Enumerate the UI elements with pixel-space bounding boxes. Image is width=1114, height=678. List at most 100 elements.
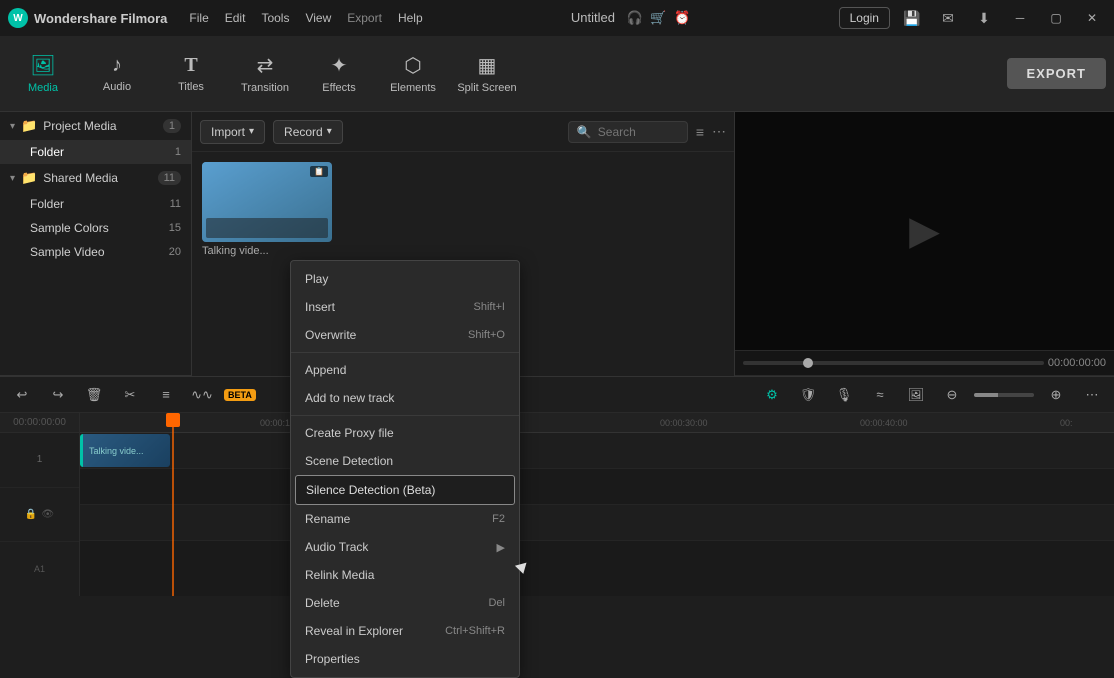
track-1-label: 1 — [0, 433, 79, 488]
timeline-tracks[interactable]: 00:00:10:00 00:00:20:00 00:00:30:00 00:0… — [80, 413, 1114, 596]
mic-button[interactable]: 🎙 — [830, 381, 858, 409]
menu-file[interactable]: File — [189, 11, 208, 25]
more-button[interactable]: ⋯ — [1078, 381, 1106, 409]
ctx-delete[interactable]: Delete Del — [291, 589, 519, 617]
clock-icon[interactable]: ⏰ — [674, 10, 690, 25]
headset-icon[interactable]: 🎧 — [627, 10, 643, 25]
sidebar-item-folder-project[interactable]: Folder 1 — [0, 140, 191, 164]
sidebar-item-sample-colors[interactable]: Sample Colors 15 — [0, 216, 191, 240]
context-menu: Play Insert Shift+I Overwrite Shift+O Ap… — [290, 260, 520, 678]
sidebar-item-sample-video[interactable]: Sample Video 20 — [0, 240, 191, 264]
preview-slider[interactable] — [743, 361, 1044, 365]
login-button[interactable]: Login — [839, 7, 890, 29]
undo-button[interactable]: ↩ — [8, 381, 36, 409]
ctx-properties[interactable]: Properties — [291, 645, 519, 673]
track-3[interactable] — [80, 505, 1114, 541]
window-title: Untitled — [571, 10, 615, 25]
thumb-type-badge: 📋 — [310, 166, 328, 177]
audio-icon: ♪ — [112, 54, 122, 77]
cut-button[interactable]: ✂ — [116, 381, 144, 409]
audio-mixer-button[interactable]: ≡ — [152, 381, 180, 409]
track-1[interactable]: Talking vide... — [80, 433, 1114, 469]
waveform-button[interactable]: ∿∿ — [188, 381, 216, 409]
redo-button[interactable]: ↪ — [44, 381, 72, 409]
sidebar-item-folder-shared[interactable]: Folder 11 — [0, 192, 191, 216]
transition-label: Transition — [241, 82, 289, 94]
search-input[interactable] — [598, 125, 678, 139]
split-audio-button[interactable]: ≈ — [866, 381, 894, 409]
ctx-create-proxy-file[interactable]: Create Proxy file — [291, 419, 519, 447]
media-thumbnail[interactable]: 📋 Talking vide... — [202, 162, 332, 257]
ctx-audio-track[interactable]: Audio Track ▶ — [291, 533, 519, 561]
playhead-line — [172, 427, 174, 596]
ctx-rename[interactable]: Rename F2 — [291, 505, 519, 533]
zoom-slider[interactable] — [974, 393, 1034, 397]
toolbar-splitscreen[interactable]: ▦ Split Screen — [452, 42, 522, 106]
ctx-insert[interactable]: Insert Shift+I — [291, 293, 519, 321]
ctx-scene-detection[interactable]: Scene Detection — [291, 447, 519, 475]
track-4[interactable] — [80, 541, 1114, 577]
shield-button[interactable]: 🛡 — [794, 381, 822, 409]
titles-icon: T — [184, 54, 197, 77]
mail-icon[interactable]: ✉ — [934, 4, 962, 32]
ctx-relink-media[interactable]: Relink Media — [291, 561, 519, 589]
beta-badge: BETA — [224, 389, 256, 401]
ctx-reveal-in-explorer[interactable]: Reveal in Explorer Ctrl+Shift+R — [291, 617, 519, 645]
titlebar: W Wondershare Filmora File Edit Tools Vi… — [0, 0, 1114, 36]
save-icon[interactable]: 💾 — [898, 4, 926, 32]
media-toolbar: Import ▾ Record ▾ 🔍 ≡ ⋯ — [192, 112, 734, 152]
shared-media-label: Shared Media — [43, 171, 118, 185]
export-button[interactable]: EXPORT — [1007, 58, 1106, 89]
filter-icon[interactable]: ≡ — [696, 124, 704, 140]
ctx-silence-detection[interactable]: Silence Detection (Beta) — [295, 475, 515, 505]
delete-clip-button[interactable]: 🗑 — [80, 381, 108, 409]
download-icon[interactable]: ⬇ — [970, 4, 998, 32]
menu-tools[interactable]: Tools — [261, 11, 289, 25]
ctx-overwrite[interactable]: Overwrite Shift+O — [291, 321, 519, 349]
record-label: Record — [284, 125, 323, 139]
magnet-button[interactable]: ⚙ — [758, 381, 786, 409]
zoom-out-button[interactable]: ⊖ — [938, 381, 966, 409]
toolbar-effects[interactable]: ✦ Effects — [304, 42, 374, 106]
elements-icon: ⬡ — [404, 53, 421, 78]
toolbar-media[interactable]: 🖼 Media — [8, 42, 78, 106]
minimize-button[interactable]: ─ — [1006, 4, 1034, 32]
title-center: Untitled 🎧 🛒 ⏰ — [571, 10, 691, 26]
folder-icon-shared-media: 📁 — [21, 170, 37, 186]
time-ruler: 00:00:10:00 00:00:20:00 00:00:30:00 00:0… — [80, 413, 1114, 433]
grid-view-icon[interactable]: ⋯ — [712, 123, 726, 140]
toolbar-elements[interactable]: ⬡ Elements — [378, 42, 448, 106]
toolbar-transition[interactable]: ⇄ Transition — [230, 42, 300, 106]
ctx-add-to-new-track[interactable]: Add to new track — [291, 384, 519, 412]
chevron-shared-media: ▾ — [10, 173, 15, 184]
ctx-play[interactable]: Play — [291, 265, 519, 293]
section-project-media[interactable]: ▾ 📁 Project Media 1 — [0, 112, 191, 140]
close-button[interactable]: ✕ — [1078, 4, 1106, 32]
titlebar-left: W Wondershare Filmora File Edit Tools Vi… — [8, 8, 423, 28]
search-icon: 🔍 — [577, 125, 592, 139]
record-button[interactable]: Record ▾ — [273, 120, 343, 144]
timeline-toolbar: ↩ ↪ 🗑 ✂ ≡ ∿∿ BETA ⚙ 🛡 🎙 ≈ 🖼 ⊖ ⊕ ⋯ — [0, 377, 1114, 413]
effects-icon: ✦ — [331, 53, 348, 78]
track-clip[interactable]: Talking vide... — [80, 434, 170, 467]
toolbar-audio[interactable]: ♪ Audio — [82, 42, 152, 106]
track-2[interactable] — [80, 469, 1114, 505]
thumbnail-button[interactable]: 🖼 — [902, 381, 930, 409]
chevron-project-media: ▾ — [10, 121, 15, 132]
media-label: Media — [28, 82, 58, 94]
menu-help[interactable]: Help — [398, 11, 423, 25]
preview-area: ▶ — [735, 112, 1114, 350]
cart-icon[interactable]: 🛒 — [650, 10, 666, 25]
zoom-in-button[interactable]: ⊕ — [1042, 381, 1070, 409]
preview-controls: 00:00:00:00 — [735, 350, 1114, 375]
search-box: 🔍 — [568, 121, 688, 143]
maximize-button[interactable]: ▢ — [1042, 4, 1070, 32]
folder-icon-project-media: 📁 — [21, 118, 37, 134]
section-shared-media[interactable]: ▾ 📁 Shared Media 11 — [0, 164, 191, 192]
ctx-append[interactable]: Append — [291, 356, 519, 384]
toolbar-titles[interactable]: T Titles — [156, 42, 226, 106]
import-button[interactable]: Import ▾ — [200, 120, 265, 144]
menu-edit[interactable]: Edit — [225, 11, 246, 25]
menu-view[interactable]: View — [305, 11, 331, 25]
menu-export[interactable]: Export — [347, 11, 382, 25]
